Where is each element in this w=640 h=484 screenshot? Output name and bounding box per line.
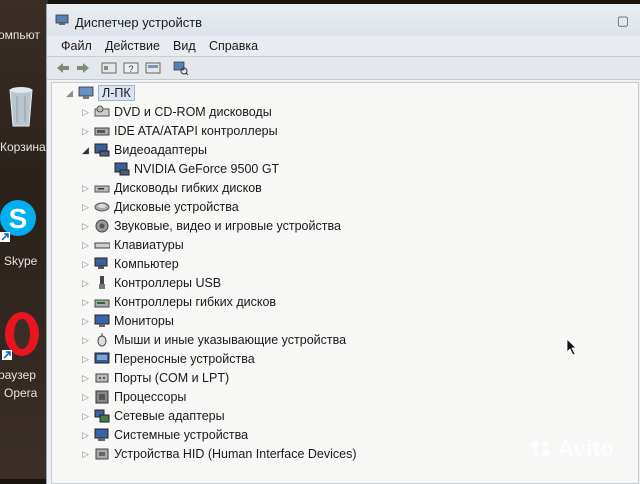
- properties-icon[interactable]: [101, 61, 117, 80]
- forward-arrow-icon[interactable]: [75, 61, 91, 80]
- expand-arrow-icon[interactable]: ▷: [82, 335, 89, 346]
- expand-arrow-icon[interactable]: ▷: [82, 354, 89, 365]
- expand-arrow-icon[interactable]: ▷: [82, 240, 89, 251]
- close-icon[interactable]: ▢: [617, 13, 629, 29]
- tree-item-label: Сетевые адаптеры: [114, 409, 225, 423]
- device-manager-icon: [55, 13, 69, 25]
- portable-device-icon: [94, 352, 110, 366]
- watermark-text: Avito: [557, 436, 615, 461]
- svg-text:S: S: [9, 203, 28, 234]
- toolbar: ?: [47, 57, 640, 80]
- opera-icon[interactable]: [2, 310, 42, 365]
- monitor-icon: [94, 314, 110, 328]
- port-icon: [94, 371, 110, 385]
- mouse-cursor-icon: [566, 338, 578, 361]
- processor-icon: [94, 390, 110, 404]
- tree-item-label: Контроллеры гибких дисков: [114, 295, 277, 309]
- opera-browser-label[interactable]: раузер: [0, 368, 36, 382]
- collapse-arrow-icon[interactable]: ◢: [82, 145, 89, 156]
- disk-drive-icon: [94, 200, 110, 214]
- network-adapter-icon: [94, 409, 110, 423]
- scan-hardware-icon[interactable]: [173, 61, 189, 80]
- tree-item-label: DVD и CD-ROM дисководы: [114, 105, 272, 119]
- expand-arrow-icon[interactable]: ▷: [82, 392, 89, 403]
- mouse-icon: [94, 333, 110, 347]
- recycle-bin-icon[interactable]: [6, 84, 36, 135]
- skype-label[interactable]: Skype: [4, 254, 37, 268]
- title-bar[interactable]: Диспетчер устройств ▢: [47, 4, 640, 36]
- help-icon[interactable]: ?: [123, 61, 139, 80]
- device-manager-window: Диспетчер устройств ▢ Файл Действие Вид …: [46, 4, 640, 484]
- computer-icon: [94, 257, 110, 271]
- hid-icon: [94, 447, 110, 461]
- desktop-strip: омпьют Корзина S Skype раузер Opera: [0, 0, 48, 479]
- tree-item-label: Мониторы: [114, 314, 174, 328]
- skype-icon[interactable]: S: [0, 198, 40, 247]
- expand-arrow-icon[interactable]: ▷: [82, 221, 89, 232]
- sound-icon: [94, 219, 110, 233]
- back-arrow-icon[interactable]: [55, 61, 71, 80]
- menu-bar: Файл Действие Вид Справка: [47, 36, 640, 57]
- expand-arrow-icon[interactable]: ▷: [82, 373, 89, 384]
- tree-item-label: Контроллеры USB: [114, 276, 222, 290]
- floppy-controller-icon: [94, 295, 110, 309]
- device-tree: ◢ Л-ПК ▷ DVD и CD-ROM дисководы ▷ IDE AT…: [51, 82, 639, 484]
- tree-item-label: Дисководы гибких дисков: [114, 181, 262, 195]
- expand-arrow-icon[interactable]: ▷: [82, 126, 89, 137]
- root-label: Л-ПК: [98, 85, 135, 101]
- usb-icon: [94, 276, 110, 290]
- tree-item-label: Процессоры: [114, 390, 187, 404]
- recycle-bin-label[interactable]: Корзина: [0, 140, 46, 154]
- expand-arrow-icon[interactable]: ▷: [82, 183, 89, 194]
- tree-item-label: Клавиатуры: [114, 238, 184, 252]
- expand-arrow-icon[interactable]: ▷: [82, 278, 89, 289]
- menu-view[interactable]: Вид: [173, 39, 196, 53]
- tree-item-label: Системные устройства: [114, 428, 249, 442]
- tree-item-label: Видеоадаптеры: [114, 143, 207, 157]
- collapse-arrow-icon[interactable]: ◢: [66, 88, 73, 99]
- expand-arrow-icon[interactable]: ▷: [82, 411, 89, 422]
- tree-item-label: Мыши и иные указывающие устройства: [114, 333, 347, 347]
- desktop-computer-label[interactable]: омпьют: [0, 28, 40, 42]
- avito-watermark: Avito: [530, 436, 614, 462]
- tree-item-label: Порты (COM и LPT): [114, 371, 230, 385]
- expand-arrow-icon[interactable]: ▷: [82, 449, 89, 460]
- expand-arrow-icon[interactable]: ▷: [82, 202, 89, 213]
- expand-arrow-icon[interactable]: ▷: [82, 259, 89, 270]
- window-title: Диспетчер устройств: [75, 15, 203, 30]
- expand-arrow-icon[interactable]: ▷: [82, 430, 89, 441]
- system-device-icon: [94, 428, 110, 442]
- computer-icon: [78, 86, 94, 100]
- menu-action[interactable]: Действие: [105, 39, 160, 53]
- keyboard-icon: [94, 238, 111, 252]
- floppy-drive-icon: [94, 181, 110, 195]
- dvd-drive-icon: [94, 105, 110, 119]
- expand-arrow-icon[interactable]: ▷: [82, 316, 89, 327]
- expand-arrow-icon[interactable]: ▷: [82, 297, 89, 308]
- svg-text:?: ?: [128, 64, 133, 74]
- display-adapter-icon: [94, 143, 110, 157]
- tree-item-label: Переносные устройства: [114, 352, 255, 366]
- tree-item-label: Звуковые, видео и игровые устройства: [114, 219, 341, 233]
- menu-help[interactable]: Справка: [209, 39, 258, 53]
- display-adapter-icon: [114, 162, 130, 176]
- tree-item-label: IDE ATA/ATAPI контроллеры: [114, 124, 278, 138]
- opera-label[interactable]: Opera: [4, 386, 37, 400]
- update-driver-icon[interactable]: [145, 61, 161, 80]
- tree-item-label: Дисковые устройства: [114, 200, 239, 214]
- expand-arrow-icon[interactable]: ▷: [82, 107, 89, 118]
- tree-item-label: NVIDIA GeForce 9500 GT: [134, 162, 280, 176]
- menu-file[interactable]: Файл: [61, 39, 92, 53]
- tree-item-label: Устройства HID (Human Interface Devices): [114, 447, 357, 461]
- ide-controller-icon: [94, 124, 110, 138]
- tree-item-label: Компьютер: [114, 257, 179, 271]
